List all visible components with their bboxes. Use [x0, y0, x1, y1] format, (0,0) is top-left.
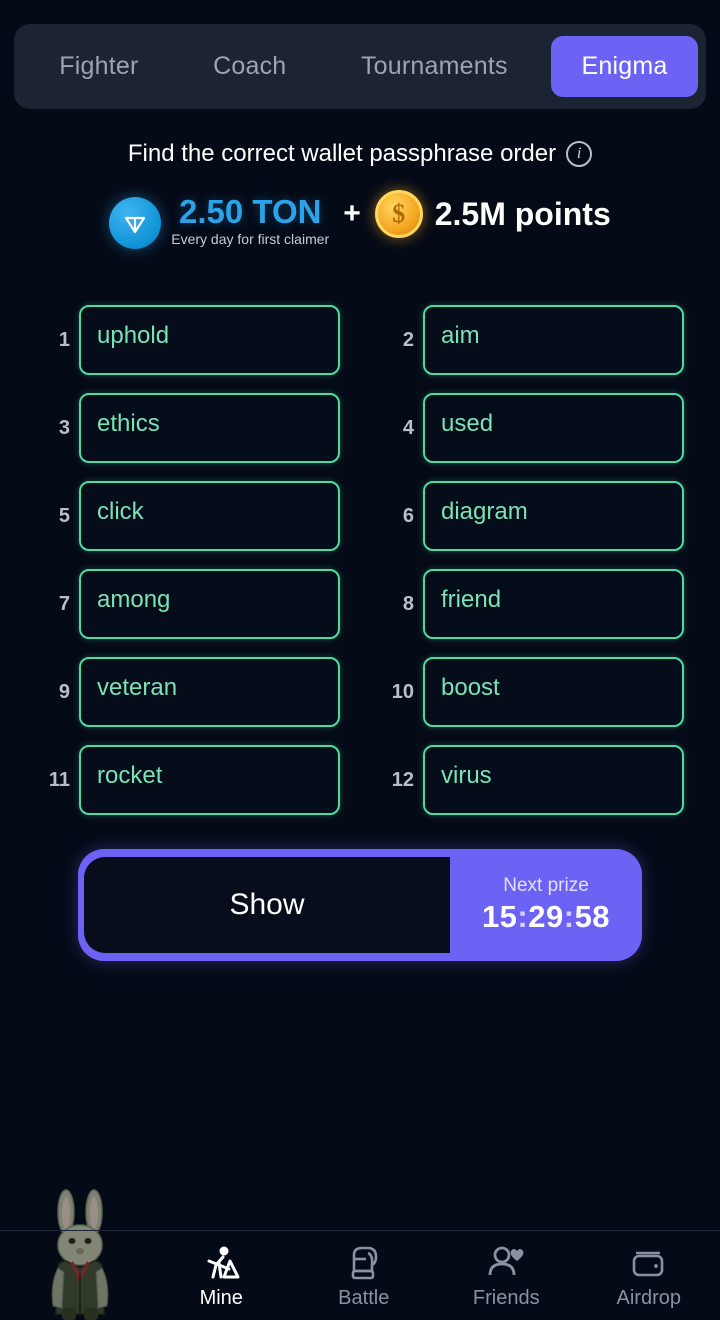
- countdown-hours: 15: [481, 899, 518, 934]
- airdrop-icon: [627, 1241, 671, 1285]
- word-label: ethics: [97, 410, 160, 437]
- word-index: 10: [391, 680, 414, 703]
- word-label: used: [441, 410, 494, 437]
- word-cell[interactable]: 12 virus: [380, 745, 684, 815]
- word-label: uphold: [97, 322, 170, 349]
- word-index: 9: [58, 680, 70, 703]
- word-index: 2: [402, 328, 414, 351]
- word-index: 1: [58, 328, 70, 351]
- word-cell[interactable]: 1 uphold: [36, 305, 340, 375]
- nav-label-airdrop: Airdrop: [616, 1287, 681, 1309]
- tab-coach[interactable]: Coach: [176, 36, 324, 97]
- prize-row: 2.50 TON Every day for first claimer + $…: [0, 190, 720, 252]
- word-index: 11: [48, 768, 70, 791]
- word-index: 3: [58, 416, 70, 439]
- mine-icon: [199, 1241, 243, 1285]
- word-label: virus: [441, 762, 492, 789]
- friends-icon: [484, 1241, 528, 1285]
- ton-subtitle: Every day for first claimer: [171, 230, 330, 247]
- bottom-navigation: Mine Battle Friends Airdrop: [0, 1230, 720, 1320]
- nav-item-battle[interactable]: Battle: [293, 1241, 436, 1310]
- word-box[interactable]: boost: [423, 657, 684, 727]
- next-prize-label: Next prize: [503, 875, 589, 896]
- word-index: 8: [402, 592, 414, 615]
- word-box[interactable]: aim: [423, 305, 684, 375]
- points-amount: 2.5M points: [434, 195, 611, 232]
- word-index: 12: [391, 768, 414, 791]
- word-box[interactable]: friend: [423, 569, 684, 639]
- word-box[interactable]: diagram: [423, 481, 684, 551]
- word-box[interactable]: click: [79, 481, 340, 551]
- word-box[interactable]: uphold: [79, 305, 340, 375]
- word-cell[interactable]: 11 rocket: [36, 745, 340, 815]
- countdown-separator: :: [517, 899, 529, 934]
- word-index: 7: [58, 592, 70, 615]
- ton-prize: 2.50 TON Every day for first claimer: [109, 192, 330, 249]
- word-label: click: [97, 498, 144, 525]
- word-index: 4: [402, 416, 414, 439]
- nav-item-airdrop[interactable]: Airdrop: [578, 1241, 720, 1310]
- word-index: 6: [402, 504, 414, 527]
- word-label: friend: [441, 586, 502, 613]
- points-prize: $ 2.5M points: [374, 190, 611, 238]
- tab-enigma[interactable]: Enigma: [551, 36, 698, 97]
- word-label: rocket: [97, 762, 163, 789]
- word-label: boost: [441, 674, 500, 701]
- nav-label-battle: Battle: [338, 1287, 390, 1309]
- word-box[interactable]: veteran: [79, 657, 340, 727]
- word-cell[interactable]: 8 friend: [380, 569, 684, 639]
- show-button[interactable]: Show: [84, 857, 450, 953]
- word-cell[interactable]: 10 boost: [380, 657, 684, 727]
- countdown-value: 15:29:58: [482, 899, 610, 935]
- countdown-seconds: 58: [574, 899, 611, 934]
- word-cell[interactable]: 3 ethics: [36, 393, 340, 463]
- word-cell[interactable]: 5 click: [36, 481, 340, 551]
- word-box[interactable]: virus: [423, 745, 684, 815]
- nav-label-mine: Mine: [199, 1287, 243, 1309]
- top-tab-bar: Fighter Coach Tournaments Enigma: [14, 24, 706, 109]
- battle-icon: [342, 1241, 386, 1285]
- tab-fighter[interactable]: Fighter: [22, 36, 176, 97]
- word-cell[interactable]: 7 among: [36, 569, 340, 639]
- word-cell[interactable]: 9 veteran: [36, 657, 340, 727]
- word-label: among: [97, 586, 171, 613]
- ton-coin-icon: [109, 196, 162, 249]
- word-box[interactable]: ethics: [79, 393, 340, 463]
- page-title: Find the correct wallet passphrase order: [127, 140, 557, 167]
- plus-separator: +: [343, 197, 361, 230]
- word-label: diagram: [441, 498, 528, 525]
- ton-amount: 2.50 TON: [178, 192, 322, 230]
- countdown-separator: :: [563, 899, 575, 934]
- word-cell[interactable]: 4 used: [380, 393, 684, 463]
- action-bar: Show Next prize 15:29:58: [78, 849, 642, 961]
- page-title-row: Find the correct wallet passphrase order…: [0, 140, 720, 168]
- word-box[interactable]: used: [423, 393, 684, 463]
- tab-tournaments[interactable]: Tournaments: [324, 36, 545, 97]
- nav-item-friends[interactable]: Friends: [435, 1241, 578, 1310]
- word-cell[interactable]: 2 aim: [380, 305, 684, 375]
- word-box[interactable]: rocket: [79, 745, 340, 815]
- word-label: veteran: [97, 674, 178, 701]
- word-label: aim: [441, 322, 480, 349]
- word-box[interactable]: among: [79, 569, 340, 639]
- next-prize-timer: Next prize 15:29:58: [450, 875, 642, 935]
- points-coin-icon: $: [374, 190, 423, 238]
- countdown-minutes: 29: [528, 899, 564, 934]
- info-icon[interactable]: i: [566, 141, 593, 167]
- word-cell[interactable]: 6 diagram: [380, 481, 684, 551]
- word-index: 5: [58, 504, 70, 527]
- passphrase-word-grid: 1 uphold 2 aim 3 ethics 4 used 5 click 6…: [0, 305, 720, 815]
- nav-item-mine[interactable]: Mine: [150, 1241, 293, 1310]
- nav-label-friends: Friends: [472, 1287, 540, 1309]
